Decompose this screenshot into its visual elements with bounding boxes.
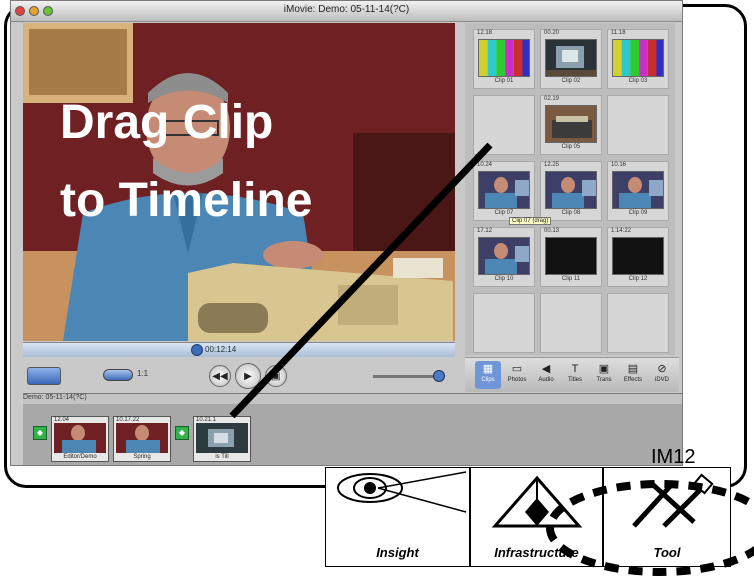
tool-highlight-ring: [546, 480, 754, 576]
